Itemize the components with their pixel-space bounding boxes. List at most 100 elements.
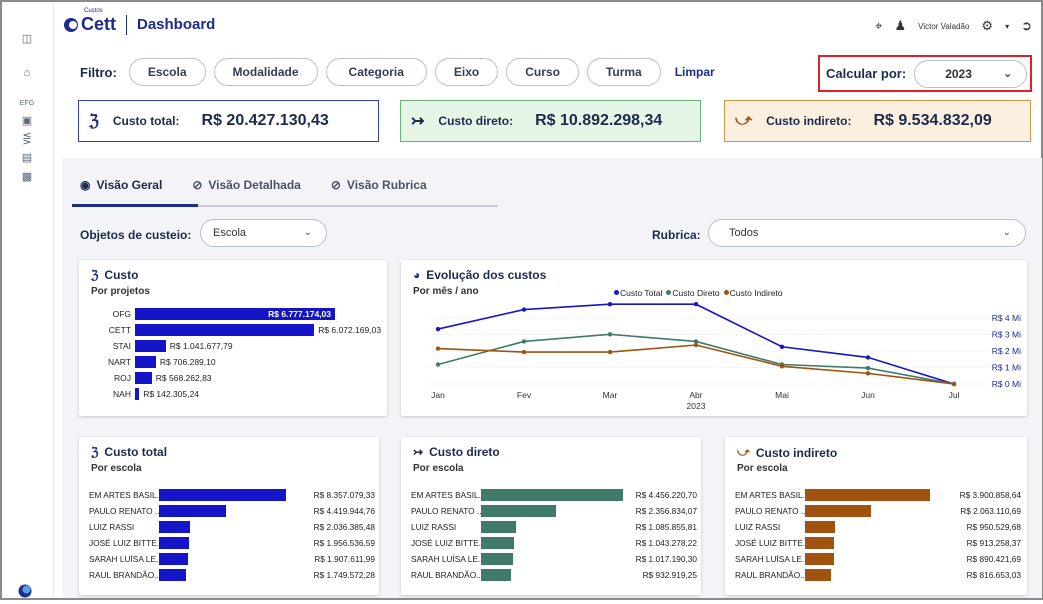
category-label: STAI (112, 341, 131, 351)
data-point[interactable] (435, 326, 441, 332)
fullscreen-icon[interactable]: ⌖ (875, 18, 882, 34)
bar[interactable] (159, 521, 190, 533)
filter-escola[interactable]: Escola (128, 58, 206, 86)
x-sub-label: 2023 (687, 401, 706, 411)
calc-by-label: Calcular por: (826, 66, 907, 81)
rubrica-select[interactable]: Todos ⌄ (708, 219, 1026, 247)
card-title-text: Custo direto (429, 445, 500, 459)
bar[interactable] (135, 340, 166, 352)
data-point[interactable] (607, 332, 613, 337)
bar[interactable] (135, 388, 140, 400)
clipboard-icon[interactable]: ▩ (18, 168, 36, 186)
card-title: ↣ Custo direto (413, 445, 500, 459)
data-point[interactable] (865, 371, 871, 376)
filter-curso[interactable]: Curso (506, 58, 579, 86)
data-point[interactable] (693, 302, 699, 307)
data-point[interactable] (607, 349, 613, 355)
bar[interactable] (481, 553, 514, 565)
gear-icon[interactable]: ⚙ (981, 18, 993, 34)
card-evolucao: ◕ Evolução dos custos Por mês / ano Cust… (401, 260, 1027, 416)
bar-row: CETT R$ 6.072.169,03 (91, 324, 381, 336)
data-label: R$ 2.063.110,69 (960, 506, 1021, 516)
logo-superscript: Custos (84, 8, 103, 14)
kpi-label: Custo total: (112, 114, 180, 128)
data-point[interactable] (521, 307, 527, 312)
card-title: ⤻ Custo indireto (737, 445, 837, 460)
bar[interactable] (481, 537, 515, 549)
data-point[interactable] (779, 344, 785, 349)
data-label: R$ 1.085.855,81 (635, 522, 697, 532)
clear-filters-button[interactable]: Limpar (675, 65, 715, 79)
tab-visao-detalhada[interactable]: ⊘ Visão Detalhada (192, 178, 301, 202)
home-icon[interactable]: ⌂ (18, 64, 36, 82)
bar[interactable] (159, 553, 188, 565)
bar[interactable] (159, 505, 227, 517)
card-custo-direto-escola: ↣ Custo direto Por escola EM ARTES BASIL… (401, 437, 701, 595)
tab-visao-rubrica[interactable]: ⊘ Visão Rubrica (331, 178, 427, 202)
filter-categoria[interactable]: Categoria (325, 58, 427, 86)
data-point[interactable] (521, 339, 527, 344)
eye-off-icon: ⊘ (192, 178, 203, 192)
top-actions: ⌖ ♟ Victor Valadão ⚙ ▾ ➲ (875, 18, 1032, 34)
bar[interactable] (805, 505, 872, 517)
bar[interactable] (159, 569, 186, 581)
data-point[interactable] (435, 346, 441, 351)
card-subtitle: Por escola (737, 463, 788, 474)
user-icon: ♟ (894, 18, 907, 33)
line-chart-evolucao: R$ 0 Mi R$ 1 Mi R$ 2 Mi R$ 3 Mi R$ 4 Mi Jan Fe… (428, 302, 1021, 411)
chevron-down-icon[interactable]: ▾ (1005, 22, 1009, 31)
bar-row: LUIZ RASSI R$ 950.529,68 (735, 521, 1021, 533)
data-point[interactable] (435, 362, 441, 367)
data-point[interactable] (951, 381, 957, 387)
bar[interactable] (481, 489, 623, 501)
year-value: 2023 (945, 66, 972, 81)
data-point[interactable] (521, 349, 527, 355)
data-point[interactable] (607, 302, 613, 307)
bar[interactable] (135, 372, 152, 384)
logout-icon[interactable]: ➲ (1021, 18, 1032, 34)
card-custo-projetos: ℨ Custo Por projetos OFG R$ 6.777.174,03 C… (79, 260, 387, 416)
bar[interactable] (159, 537, 189, 549)
bar[interactable] (481, 569, 511, 581)
bar[interactable] (805, 569, 832, 581)
data-point[interactable] (865, 365, 871, 371)
bar[interactable]: R$ 6.777.174,03 (135, 308, 335, 320)
bar[interactable] (805, 537, 835, 549)
connections-icon[interactable]: ⋚ (18, 130, 36, 148)
data-label: R$ 1.907.611,99 (314, 554, 375, 564)
bar-row: PAULO RENATO ... R$ 2.356.834,07 (411, 505, 697, 517)
expand-sidebar-icon[interactable]: ◫ (18, 30, 36, 48)
document-icon[interactable]: ▤ (18, 149, 36, 167)
arrow-right-icon: ↣ (413, 445, 424, 459)
objetos-select[interactable]: Escola ⌄ (200, 219, 327, 247)
y-tick-label: R$ 0 Mi (992, 379, 1021, 389)
category-label: EM ARTES BASIL... (411, 490, 481, 500)
user-name[interactable]: Victor Valadão (918, 22, 969, 31)
bar[interactable] (805, 489, 930, 501)
year-select[interactable]: 2023 ⌄ (914, 59, 1028, 88)
category-label: PAULO RENATO ... (735, 506, 805, 516)
data-point[interactable] (693, 342, 699, 348)
dashboard-icon[interactable]: ▣ (18, 112, 36, 130)
x-tick-label: Jan (431, 390, 445, 400)
coins-icon: ℨ (89, 113, 99, 130)
bar[interactable] (481, 521, 516, 533)
bar[interactable] (805, 521, 836, 533)
bar[interactable] (481, 505, 557, 517)
logo[interactable]: Custos Cett Dashboard (64, 8, 215, 35)
data-point[interactable] (865, 355, 871, 360)
tab-visao-geral[interactable]: ◉ Visão Geral (80, 178, 162, 202)
filter-modalidade[interactable]: Modalidade (213, 58, 318, 86)
bar[interactable] (135, 356, 156, 368)
bar[interactable] (159, 489, 286, 501)
data-point[interactable] (779, 364, 785, 369)
filter-turma[interactable]: Turma (586, 58, 661, 86)
view-tabs: ◉ Visão Geral ⊘ Visão Detalhada ⊘ Visão … (80, 178, 427, 202)
bar[interactable] (805, 553, 834, 565)
kpi-value: R$ 10.892.298,34 (535, 112, 663, 129)
bar-row: STAI R$ 1.041.677,79 (91, 340, 233, 352)
x-tick-label: Jul (949, 390, 960, 400)
sidebar-item-efg[interactable]: EFG (18, 95, 36, 113)
filter-eixo[interactable]: Eixo (434, 58, 499, 86)
bar[interactable] (135, 324, 315, 336)
